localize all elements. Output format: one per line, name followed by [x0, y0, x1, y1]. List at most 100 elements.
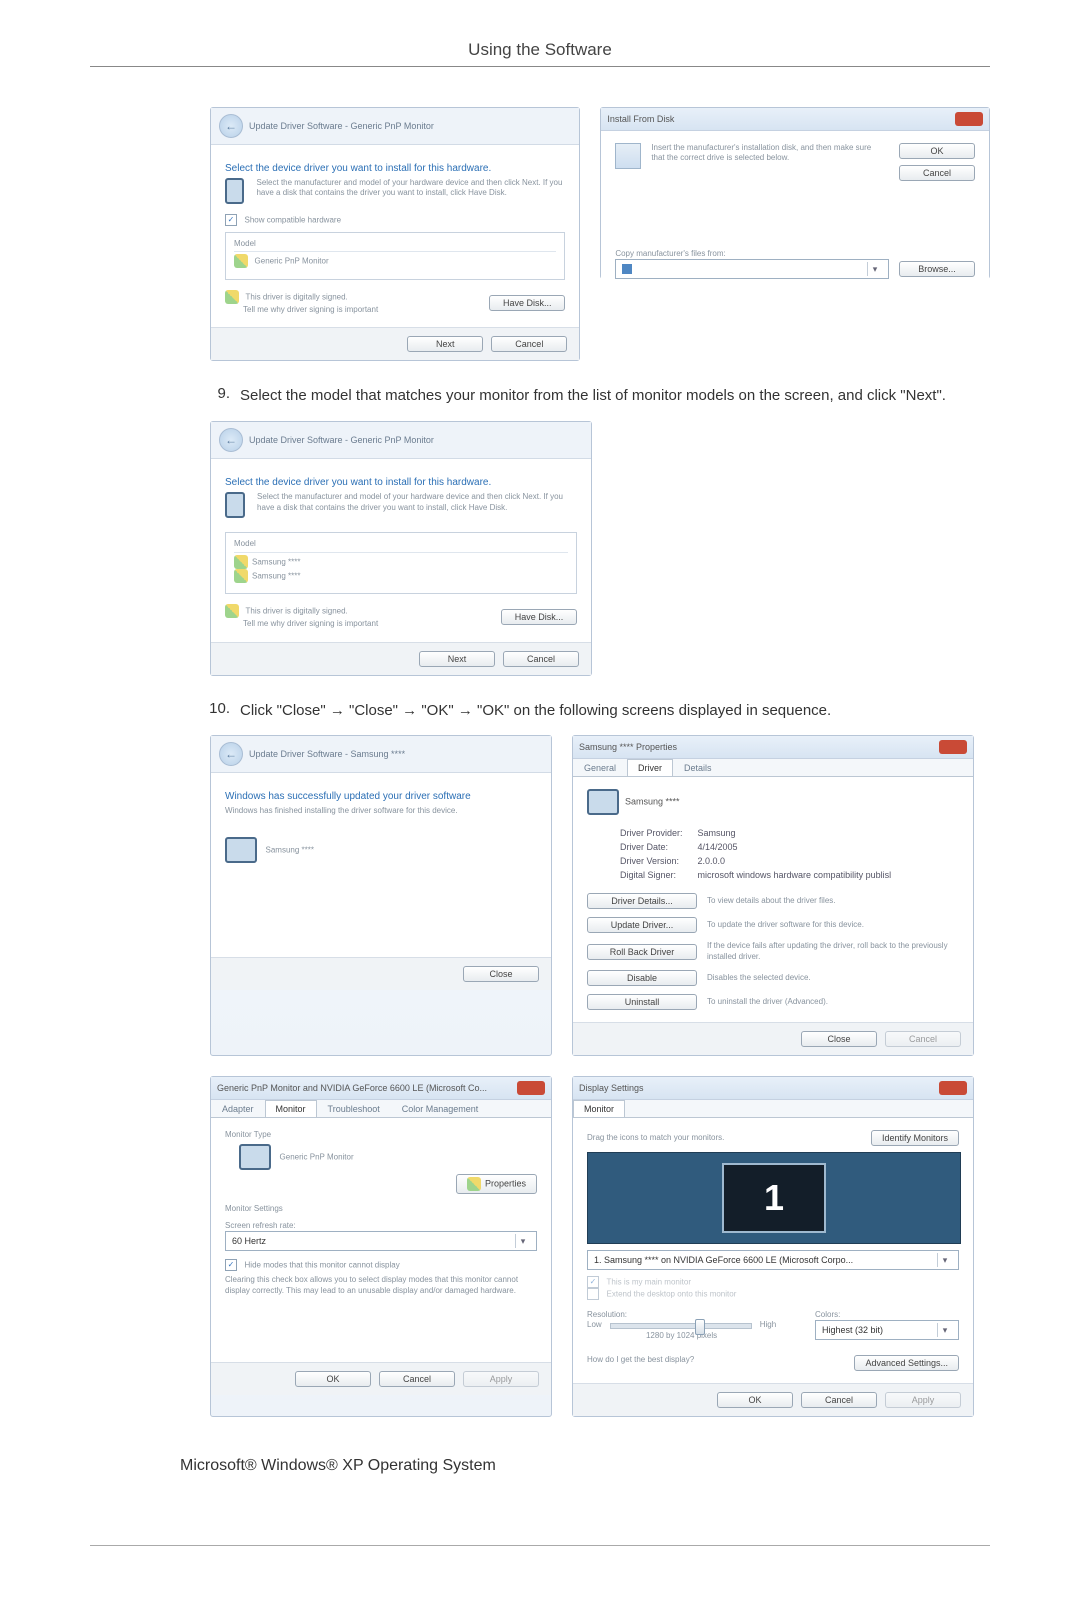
- disable-text: Disables the selected device.: [707, 973, 959, 983]
- refresh-label: Screen refresh rate:: [225, 1221, 537, 1231]
- tab-adapter[interactable]: Adapter: [211, 1100, 265, 1117]
- hide-modes-hint: Clearing this check box allows you to se…: [225, 1275, 537, 1296]
- wizard-hint: Select the manufacturer and model of you…: [257, 492, 577, 518]
- monitor-1-icon[interactable]: 1: [722, 1163, 826, 1233]
- main-monitor-label: This is my main monitor: [607, 1277, 691, 1286]
- monitor-icon: [225, 178, 244, 204]
- ok-button[interactable]: OK: [899, 143, 975, 159]
- wizard-header: Select the device driver you want to ins…: [225, 477, 577, 488]
- wizard-success: ← Update Driver Software - Samsung **** …: [210, 735, 552, 1056]
- col-model: Model: [234, 539, 568, 552]
- wizard-crumb: Update Driver Software - Generic PnP Mon…: [249, 435, 434, 445]
- close-icon[interactable]: [939, 1081, 967, 1095]
- back-icon[interactable]: ←: [219, 428, 243, 452]
- uninstall-text: To uninstall the driver (Advanced).: [707, 997, 959, 1007]
- resolution-value: 1280 by 1024 pixels: [587, 1331, 776, 1341]
- copy-from-select[interactable]: ▾: [615, 259, 889, 279]
- close-button[interactable]: Close: [801, 1031, 877, 1047]
- uninstall-button[interactable]: Uninstall: [587, 994, 697, 1010]
- have-disk-button[interactable]: Have Disk...: [501, 609, 577, 625]
- model-item[interactable]: Generic PnP Monitor: [255, 257, 329, 266]
- resolution-label: Resolution:: [587, 1310, 776, 1320]
- color-depth-select[interactable]: Highest (32 bit) ▾: [815, 1320, 959, 1340]
- back-icon[interactable]: ←: [219, 114, 243, 138]
- close-icon[interactable]: [939, 740, 967, 754]
- wizard-hint: Select the manufacturer and model of you…: [256, 178, 565, 204]
- driver-details-text: To view details about the driver files.: [707, 896, 959, 906]
- dialog-install-from-disk: Install From Disk Insert the manufacture…: [600, 107, 990, 279]
- cancel-button[interactable]: Cancel: [899, 165, 975, 181]
- shield-icon: [225, 604, 239, 618]
- show-compat-checkbox[interactable]: ✓: [225, 214, 237, 226]
- tab-driver[interactable]: Driver: [627, 759, 673, 776]
- cancel-button[interactable]: Cancel: [503, 651, 579, 667]
- driver-info-table: Driver Provider:Samsung Driver Date:4/14…: [617, 825, 894, 883]
- close-icon[interactable]: [517, 1081, 545, 1095]
- back-icon[interactable]: ←: [219, 742, 243, 766]
- signing-link[interactable]: Tell me why driver signing is important: [243, 305, 378, 314]
- chevron-down-icon: ▾: [937, 1253, 952, 1267]
- tab-monitor[interactable]: Monitor: [265, 1100, 317, 1117]
- step-text: Click "Close" → "Close" → "OK" → "OK" on…: [240, 700, 831, 722]
- have-disk-button[interactable]: Have Disk...: [489, 295, 565, 311]
- shield-icon: [467, 1177, 481, 1191]
- slider-high: High: [760, 1320, 776, 1330]
- advanced-settings-button[interactable]: Advanced Settings...: [854, 1355, 959, 1371]
- cancel-button[interactable]: Cancel: [379, 1371, 455, 1387]
- dialog-title: Install From Disk: [607, 114, 674, 124]
- footer-rule: [90, 1545, 990, 1546]
- signing-link[interactable]: Tell me why driver signing is important: [243, 619, 378, 628]
- monitor-icon: [225, 837, 257, 863]
- ok-button[interactable]: OK: [295, 1371, 371, 1387]
- slider-low: Low: [587, 1320, 602, 1330]
- apply-button: Apply: [463, 1371, 539, 1387]
- next-button[interactable]: Next: [419, 651, 495, 667]
- device-name: Samsung ****: [625, 797, 680, 807]
- cancel-button: Cancel: [885, 1031, 961, 1047]
- best-display-link[interactable]: How do I get the best display?: [587, 1355, 694, 1371]
- shield-icon: [234, 555, 248, 569]
- shield-icon: [234, 569, 248, 583]
- model-item[interactable]: Samsung ****: [252, 571, 300, 580]
- identify-monitors-button[interactable]: Identify Monitors: [871, 1130, 959, 1146]
- section-monitor-type: Monitor Type: [225, 1130, 537, 1140]
- tab-monitor[interactable]: Monitor: [573, 1100, 625, 1117]
- monitor-icon: [587, 789, 619, 815]
- refresh-rate-value: 60 Hertz: [232, 1236, 266, 1246]
- driver-details-button[interactable]: Driver Details...: [587, 893, 697, 909]
- monitor-icon: [239, 1144, 271, 1170]
- browse-button[interactable]: Browse...: [899, 261, 975, 277]
- wizard-header: Windows has successfully updated your dr…: [225, 791, 537, 802]
- monitor-icon: [225, 492, 245, 518]
- disable-button[interactable]: Disable: [587, 970, 697, 986]
- ok-button[interactable]: OK: [717, 1392, 793, 1408]
- properties-button[interactable]: Properties: [456, 1174, 537, 1194]
- refresh-rate-select[interactable]: 60 Hertz ▾: [225, 1231, 537, 1251]
- monitor-select[interactable]: 1. Samsung **** on NVIDIA GeForce 6600 L…: [587, 1250, 959, 1270]
- main-monitor-checkbox: ✓: [587, 1276, 599, 1288]
- shield-icon: [225, 290, 239, 304]
- colors-label: Colors:: [815, 1310, 959, 1320]
- resolution-slider[interactable]: [610, 1323, 752, 1329]
- hide-modes-checkbox[interactable]: ✓: [225, 1259, 237, 1271]
- close-icon[interactable]: [955, 112, 983, 126]
- rollback-driver-button[interactable]: Roll Back Driver: [587, 944, 697, 960]
- color-depth-value: Highest (32 bit): [822, 1325, 883, 1335]
- monitor-select-value: 1. Samsung **** on NVIDIA GeForce 6600 L…: [594, 1255, 853, 1265]
- tab-troubleshoot[interactable]: Troubleshoot: [317, 1100, 391, 1117]
- cancel-button[interactable]: Cancel: [801, 1392, 877, 1408]
- model-item[interactable]: Samsung ****: [252, 557, 300, 566]
- extend-desktop-checkbox: [587, 1288, 599, 1300]
- monitor-preview[interactable]: 1: [587, 1152, 961, 1244]
- tab-color-management[interactable]: Color Management: [391, 1100, 490, 1117]
- chevron-down-icon: ▾: [515, 1234, 530, 1248]
- update-driver-button[interactable]: Update Driver...: [587, 917, 697, 933]
- close-button[interactable]: Close: [463, 966, 539, 982]
- os-footer-line: Microsoft® Windows® XP Operating System: [180, 1457, 990, 1475]
- driver-properties: Samsung **** Properties General Driver D…: [572, 735, 974, 1056]
- tab-general[interactable]: General: [573, 759, 627, 776]
- cancel-button[interactable]: Cancel: [491, 336, 567, 352]
- tab-details[interactable]: Details: [673, 759, 723, 776]
- drag-hint: Drag the icons to match your monitors.: [587, 1133, 724, 1143]
- next-button[interactable]: Next: [407, 336, 483, 352]
